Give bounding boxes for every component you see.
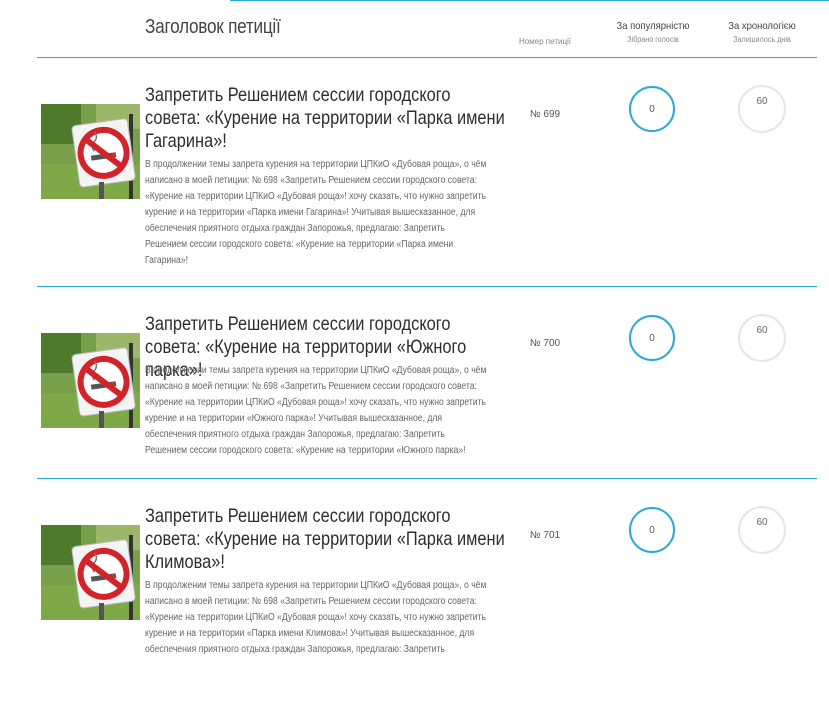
column-title-header: Заголовок петиції xyxy=(145,16,281,38)
sort-chronology-sublabel: Залишилось днів xyxy=(733,35,791,44)
petition-number: № 701 xyxy=(529,530,561,541)
petition-number: № 700 xyxy=(529,338,561,349)
column-number-header: Номер петиції xyxy=(518,37,572,46)
petition-description: В продолжении темы запрета курения на те… xyxy=(145,365,487,456)
sort-by-popularity[interactable]: За популярністю Зібрано голосів xyxy=(604,20,703,44)
petition-title[interactable]: Запретить Решением сессии городского сов… xyxy=(145,84,506,153)
petition-title[interactable]: Запретить Решением сессии городского сов… xyxy=(145,505,506,574)
no-smoking-sign-image xyxy=(41,333,140,428)
petition-description: В продолжении темы запрета курения на те… xyxy=(145,580,487,655)
sort-popularity-label[interactable]: За популярністю xyxy=(604,20,703,32)
sort-chronology-label[interactable]: За хронологією xyxy=(713,20,812,32)
petition-row: Запретить Решением сессии городского сов… xyxy=(0,479,829,707)
days-left-counter: 60 xyxy=(738,85,786,133)
votes-counter: 0 xyxy=(629,315,675,361)
votes-counter: 0 xyxy=(629,507,675,553)
petition-thumbnail[interactable] xyxy=(41,104,140,199)
votes-counter: 0 xyxy=(629,86,675,132)
no-smoking-sign-image xyxy=(41,104,140,199)
petition-description: В продолжении темы запрета курения на те… xyxy=(145,159,487,266)
petition-thumbnail[interactable] xyxy=(41,525,140,620)
petition-row: Запретить Решением сессии городского сов… xyxy=(0,58,829,286)
no-smoking-sign-image xyxy=(41,525,140,620)
days-left-counter: 60 xyxy=(738,506,786,554)
table-header: Заголовок петиції Номер петиції За попул… xyxy=(0,0,829,58)
petition-thumbnail[interactable] xyxy=(41,333,140,428)
petition-number: № 699 xyxy=(529,109,561,120)
days-left-counter: 60 xyxy=(738,314,786,362)
sort-by-chronology[interactable]: За хронологією Залишилось днів xyxy=(713,20,812,44)
sort-popularity-sublabel: Зібрано голосів xyxy=(627,35,679,44)
